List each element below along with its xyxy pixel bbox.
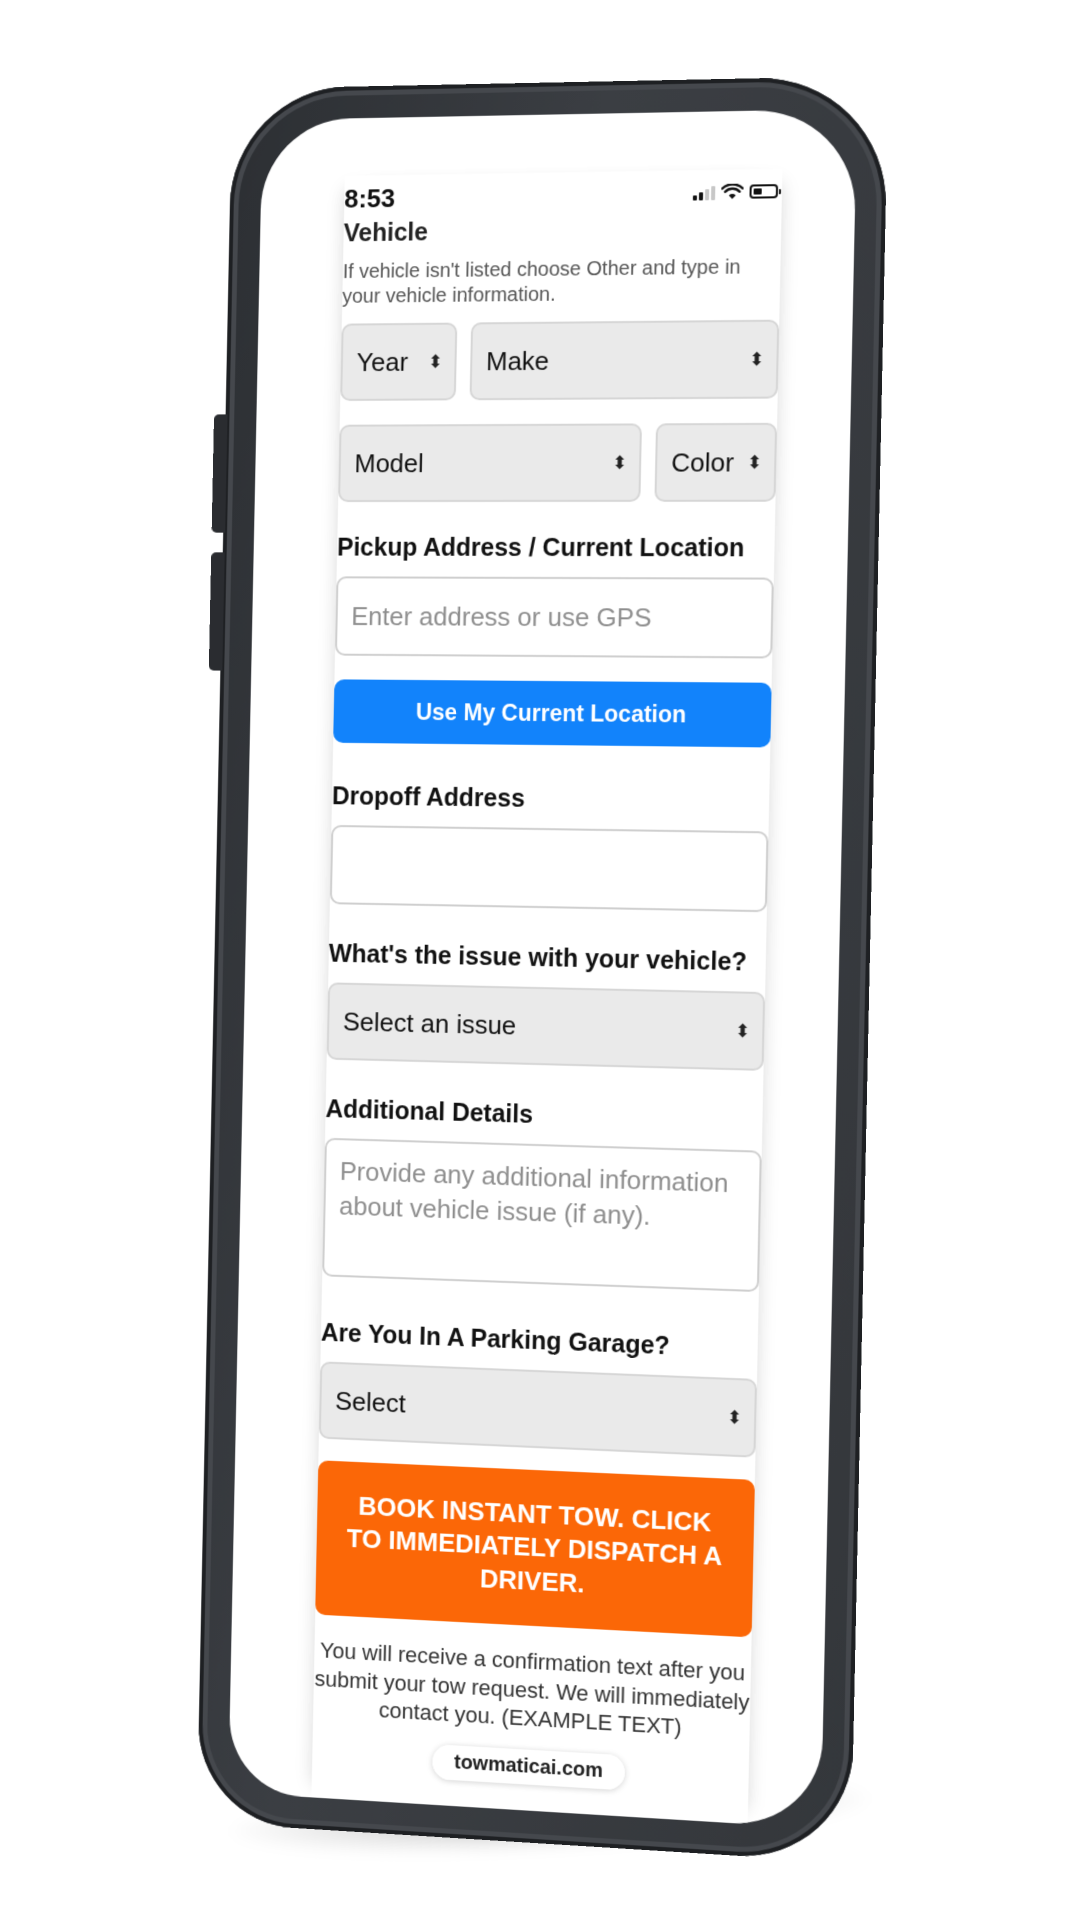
use-current-location-button[interactable]: Use My Current Location <box>333 679 772 748</box>
battery-icon <box>749 184 779 199</box>
additional-details-textarea[interactable] <box>322 1137 762 1293</box>
model-color-row: Model ⬍ Color ⬍ <box>338 422 778 503</box>
make-select-label: Make <box>485 345 550 376</box>
browser-url-pill[interactable]: towmaticai.com <box>432 1744 626 1791</box>
make-select[interactable]: Make ⬍ <box>469 319 780 401</box>
year-select-label: Year <box>356 346 409 377</box>
parking-garage-selected: Select <box>334 1385 407 1418</box>
parking-garage-label: Are You In A Parking Garage? <box>320 1318 671 1361</box>
tow-request-form: Vehicle If vehicle isn't listed choose O… <box>313 213 782 1746</box>
chevron-up-down-icon: ⬍ <box>734 1020 751 1042</box>
year-select[interactable]: Year ⬍ <box>340 322 458 401</box>
phone-frame: 8:53 Vehicle If vehicle isn't listed cho… <box>196 75 889 1863</box>
chevron-up-down-icon: ⬍ <box>427 351 443 372</box>
model-select[interactable]: Model ⬍ <box>338 423 643 503</box>
book-instant-tow-button[interactable]: BOOK INSTANT TOW. CLICK TO IMMEDIATELY D… <box>315 1460 755 1638</box>
vehicle-issue-selected: Select an issue <box>342 1005 517 1040</box>
vehicle-issue-label: What's the issue with your vehicle? <box>328 939 748 977</box>
year-make-row: Year ⬍ Make ⬍ <box>340 319 780 401</box>
dropoff-address-label: Dropoff Address <box>331 782 526 813</box>
chevron-up-down-icon: ⬍ <box>746 452 763 473</box>
volume-up-button <box>211 414 228 533</box>
model-select-label: Model <box>354 447 425 478</box>
color-select[interactable]: Color ⬍ <box>654 422 778 502</box>
cellular-signal-icon <box>692 184 716 201</box>
vehicle-issue-select[interactable]: Select an issue ⬍ <box>326 982 766 1071</box>
mockup-stage: 8:53 Vehicle If vehicle isn't listed cho… <box>0 0 1080 1920</box>
phone-screen: 8:53 Vehicle If vehicle isn't listed cho… <box>228 108 858 1829</box>
chevron-up-down-icon: ⬍ <box>748 349 765 370</box>
wifi-icon <box>721 184 744 199</box>
additional-details-label: Additional Details <box>325 1095 534 1129</box>
pickup-address-input[interactable] <box>334 576 774 659</box>
parking-garage-select[interactable]: Select ⬍ <box>318 1361 758 1458</box>
status-bar: 8:53 <box>344 169 782 216</box>
status-icons <box>692 183 779 201</box>
color-select-label: Color <box>670 446 735 478</box>
vehicle-helper-text: If vehicle isn't listed choose Other and… <box>342 256 741 308</box>
web-content: 8:53 Vehicle If vehicle isn't listed cho… <box>311 168 783 1825</box>
vehicle-section-title: Vehicle <box>343 218 429 248</box>
pickup-address-label: Pickup Address / Current Location <box>336 533 745 563</box>
confirmation-note: You will receive a confirmation text aft… <box>314 1637 750 1740</box>
dropoff-address-input[interactable] <box>329 824 769 913</box>
chevron-up-down-icon: ⬍ <box>611 452 628 473</box>
chevron-up-down-icon: ⬍ <box>726 1407 743 1428</box>
status-time: 8:53 <box>344 183 396 214</box>
volume-down-button <box>208 552 225 671</box>
